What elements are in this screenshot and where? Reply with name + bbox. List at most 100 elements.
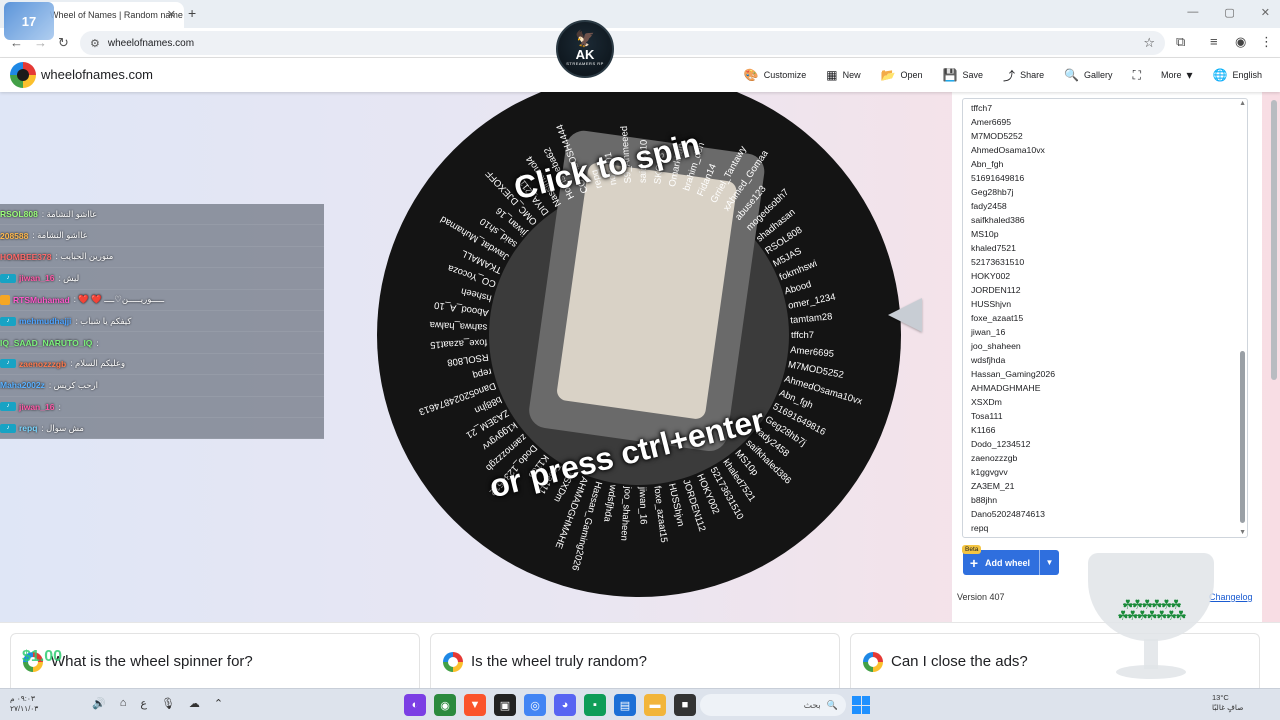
menu-label: Gallery (1084, 70, 1113, 80)
entry-item[interactable]: foxe_azaat15 (971, 311, 1247, 325)
chat-username: zaenozzzgb (19, 358, 67, 369)
entry-item[interactable]: M7MOD5252 (971, 129, 1247, 143)
site-name[interactable]: wheelofnames.com (41, 67, 153, 82)
menu-label: More (1160, 70, 1182, 80)
chat-text: : كيفكم يا شباب (75, 315, 132, 326)
entry-item[interactable]: AhmedOsama10vx (971, 143, 1247, 157)
entries-textbox[interactable]: tffch7 Amer6695 M7MOD5252 AhmedOsama10vx Abn… (962, 98, 1248, 538)
new-tab-button[interactable]: + (188, 5, 196, 21)
menu-more[interactable]: More ▾ (1161, 68, 1193, 82)
chevron-up-icon[interactable]: ⌃ (214, 697, 223, 710)
discord-icon[interactable]: ◕ (554, 694, 576, 716)
entry-item[interactable]: saifkhaled386 (971, 213, 1247, 227)
menu-open[interactable]: 📂 Open (881, 68, 923, 82)
scroll-up-icon[interactable]: ▲ (1239, 100, 1246, 107)
microphone-icon[interactable]: 🎙 (161, 697, 175, 710)
entry-item[interactable]: Geg28hb7j (971, 185, 1247, 199)
entry-item[interactable]: XSXDm (971, 395, 1247, 409)
menu-gallery[interactable]: 🔍 Gallery (1064, 68, 1112, 82)
app-icon[interactable]: ◐ (404, 694, 426, 716)
main-area: RSOL808: عااشو النشامة 208588: عااشو النش… (0, 92, 1280, 622)
wheel-logo-icon[interactable] (10, 62, 36, 88)
weather-widget[interactable]: 13°C صافٍ غالبًا (1212, 693, 1244, 713)
entry-item[interactable]: MS10p (971, 227, 1247, 241)
reading-list-icon[interactable]: ≡ (1210, 34, 1218, 49)
extensions-icon[interactable]: ⧉ (1176, 34, 1185, 50)
page-scrollbar[interactable] (1271, 100, 1277, 380)
app-icon[interactable]: ◉ (434, 694, 456, 716)
start-button[interactable] (852, 696, 870, 714)
chrome-icon[interactable]: ◎ (524, 694, 546, 716)
wheel[interactable]: tffch7 Amer6695 M7MOD5252 AhmedOsama10vx Abn… (374, 92, 904, 600)
chevron-down-icon[interactable]: ▼ (1039, 550, 1059, 575)
entry-item[interactable]: khaled7521 (971, 241, 1247, 255)
url-text: wheelofnames.com (107, 37, 195, 49)
menu-share[interactable]: ⤴ Share (1003, 67, 1044, 84)
taskbar-search[interactable]: بحث 🔍 (700, 694, 846, 716)
menu-new[interactable]: ▦ New (826, 68, 860, 82)
entry-item[interactable]: jiwan_16 (971, 325, 1247, 339)
address-bar[interactable]: ⚙ wheelofnames.com ☆ (80, 31, 1165, 55)
faq-card[interactable]: What is the wheel spinner for? (10, 633, 420, 689)
browser-menu-icon[interactable]: ⋮ (1260, 34, 1273, 50)
entry-item[interactable]: zaenozzzgb (971, 451, 1247, 465)
entry-item[interactable]: JORDEN112 (971, 283, 1247, 297)
entry-item[interactable]: tffch7 (971, 101, 1247, 115)
menu-label: Share (1020, 70, 1045, 80)
chat-username: HOMBEE378 (0, 251, 52, 262)
close-window-button[interactable]: ✕ (1261, 6, 1270, 19)
network-icon[interactable]: ⌂ (120, 697, 127, 710)
menu-fullscreen[interactable]: ⛶ (1133, 68, 1141, 83)
brave-icon[interactable]: ▼ (464, 694, 486, 716)
entry-item[interactable]: repq (971, 521, 1247, 535)
entry-item[interactable]: 52173631510 (971, 255, 1247, 269)
app-icon[interactable]: ▣ (494, 694, 516, 716)
entry-item[interactable]: Tosa111 (971, 409, 1247, 423)
menu-english[interactable]: 🌐 English (1213, 68, 1262, 82)
entries-scrollbar[interactable] (1240, 351, 1245, 523)
reload-icon[interactable]: ↻ (58, 35, 69, 51)
chat-message: ♪ jiwan_16: ليش (0, 268, 324, 290)
minimize-button[interactable]: — (1187, 6, 1198, 19)
chat-text: : ارحب كريس (48, 379, 98, 390)
entry-item[interactable]: wdsfjhda (971, 353, 1247, 367)
language-icon[interactable]: ع (140, 697, 147, 710)
cloud-icon[interactable]: ☁ (189, 697, 200, 710)
taskbar-clock[interactable]: ٠٩:٠٣ م ٢٧/١١/٠٣ (10, 694, 38, 714)
entry-item[interactable]: Dodo_1234512 (971, 437, 1247, 451)
entry-item[interactable]: fady2458 (971, 199, 1247, 213)
scroll-down-icon[interactable]: ▼ (1239, 529, 1246, 536)
wheel-segment-label: jiwan_16 (637, 486, 649, 525)
more-icon: ▾ (1186, 68, 1193, 82)
entry-item[interactable]: Amer6695 (971, 115, 1247, 129)
maximize-button[interactable]: ▢ (1224, 6, 1234, 19)
entry-item[interactable]: Dano52024874613 (971, 507, 1247, 521)
menu-label: Customize (763, 70, 807, 80)
menu-save[interactable]: 💾 Save (943, 68, 983, 82)
entry-item[interactable]: K1166 (971, 423, 1247, 437)
profile-avatar[interactable]: ◉ (1235, 34, 1246, 50)
entry-item[interactable]: HOKY002 (971, 269, 1247, 283)
entry-item[interactable]: Abn_fgh (971, 157, 1247, 171)
entry-item[interactable]: Hassan_Gaming2026 (971, 367, 1247, 381)
faq-card[interactable]: Is the wheel truly random? (430, 633, 840, 689)
entry-item[interactable]: 51691649816 (971, 171, 1247, 185)
app-icon[interactable]: ■ (674, 694, 696, 716)
logo-subtext: STREAMERS RP (566, 61, 604, 66)
speaker-icon[interactable]: 🔊 (92, 697, 106, 710)
folder-icon[interactable]: ▬ (644, 694, 666, 716)
bookmark-star-icon[interactable]: ☆ (1143, 35, 1155, 51)
entry-item[interactable]: k1ggvgvv (971, 465, 1247, 479)
entry-item[interactable]: AHMADGHMAHE (971, 381, 1247, 395)
entry-item[interactable]: joo_shaheen (971, 339, 1247, 353)
tab-close-icon[interactable]: ✕ (167, 8, 176, 21)
changelog-link[interactable]: Changelog (1209, 592, 1253, 602)
entry-item[interactable]: ZA3EM_21 (971, 479, 1247, 493)
site-info-icon[interactable]: ⚙ (90, 37, 100, 50)
menu-customize[interactable]: 🎨 Customize (744, 68, 806, 82)
app-icon[interactable]: ▪ (584, 694, 606, 716)
entry-item[interactable]: b88jhn (971, 493, 1247, 507)
entry-item[interactable]: HUSShjvn (971, 297, 1247, 311)
browser-toolbar: ← → ↻ ⚙ wheelofnames.com ☆ ⧉ ≡ ◉ ⋮ (0, 28, 1280, 58)
store-icon[interactable]: ▤ (614, 694, 636, 716)
